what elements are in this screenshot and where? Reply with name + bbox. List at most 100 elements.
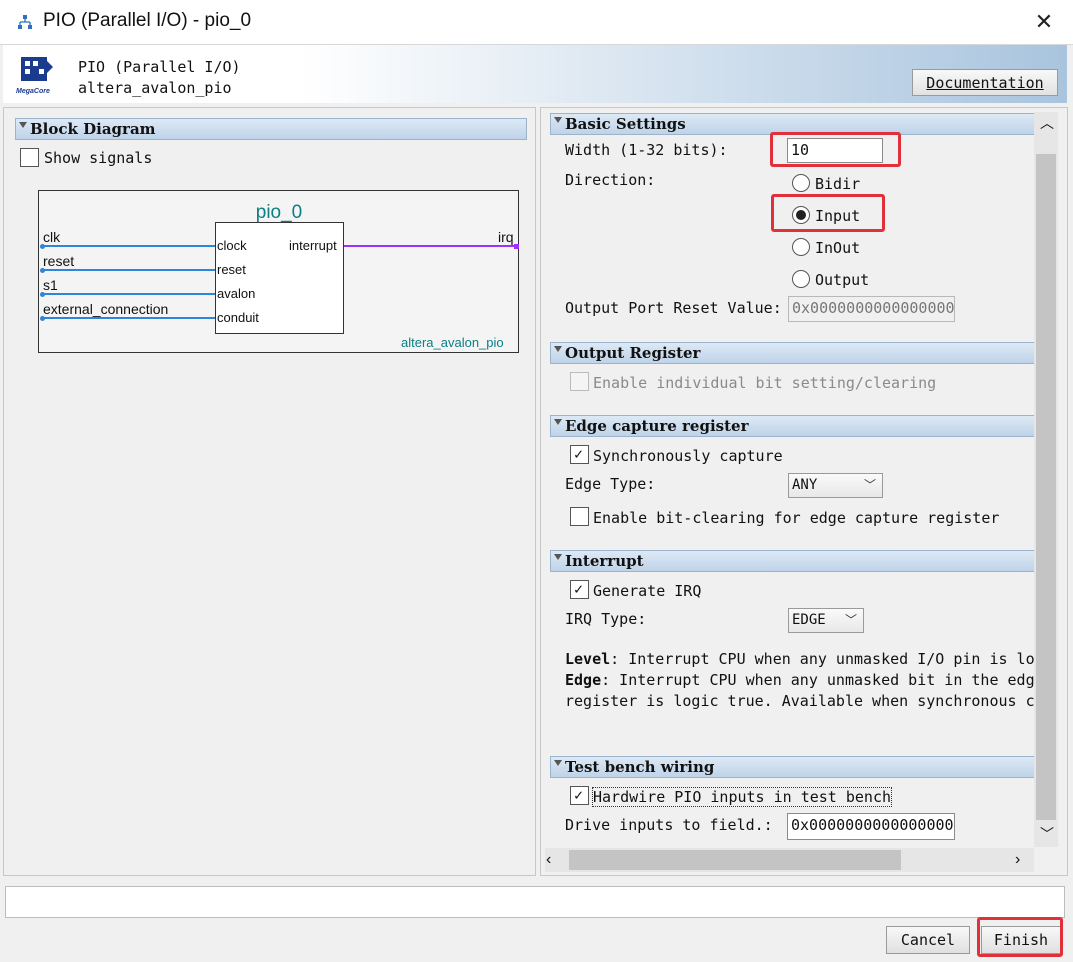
generate-irq-label: Generate IRQ: [593, 582, 702, 600]
block-diagram: pio_0 clk reset s1 external_connection c…: [38, 190, 519, 353]
edge-type-value: ANY: [792, 477, 818, 493]
bit-setting-checkbox[interactable]: [570, 372, 589, 391]
testbench-header[interactable]: Test bench wiring: [550, 756, 1040, 778]
highlight-box: [771, 194, 885, 232]
irq-dot: [514, 244, 519, 249]
section-title: Test bench wiring: [565, 758, 715, 776]
radio-inout-label: InOut: [815, 239, 861, 257]
window-title: PIO (Parallel I/O) - pio_0: [43, 10, 252, 31]
checkmark-icon: ✓: [574, 786, 584, 804]
signal-line: [42, 269, 215, 271]
scroll-right-icon[interactable]: ›: [1015, 850, 1020, 870]
hardwire-checkbox[interactable]: ✓: [570, 786, 589, 805]
signal-line: [42, 317, 215, 319]
port-label: reset: [217, 262, 246, 277]
scroll-up-icon[interactable]: ︿: [1038, 113, 1056, 133]
cancel-button[interactable]: Cancel: [886, 926, 970, 954]
parameters-panel: Basic Settings Width (1-32 bits): 10 Dir…: [540, 107, 1068, 876]
title-bar: PIO (Parallel I/O) - pio_0 ✕: [0, 0, 1073, 45]
collapse-triangle-icon: [554, 419, 562, 425]
scroll-down-icon[interactable]: ﹀: [1038, 824, 1056, 844]
show-signals-checkbox[interactable]: [20, 148, 39, 167]
collapse-triangle-icon: [554, 117, 562, 123]
bit-clearing-label: Enable bit-clearing for edge capture reg…: [593, 509, 1000, 527]
collapse-triangle-icon: [19, 122, 27, 128]
level-term: Level: [565, 650, 611, 668]
radio-bidir[interactable]: [792, 174, 810, 192]
close-icon[interactable]: ✕: [1030, 8, 1058, 36]
bit-setting-label: Enable individual bit setting/clearing: [593, 374, 937, 392]
irq-type-select[interactable]: EDGE ﹀: [788, 608, 864, 633]
signal-line: [42, 245, 215, 247]
signal-dot: [40, 292, 45, 297]
chevron-down-icon: ﹀: [863, 478, 876, 492]
collapse-triangle-icon: [554, 760, 562, 766]
signal-label: reset: [43, 253, 75, 269]
instance-name: pio_0: [255, 202, 303, 223]
radio-inout[interactable]: [792, 238, 810, 256]
block-diagram-header[interactable]: Block Diagram: [15, 118, 527, 140]
edge-description: Edge: Interrupt CPU when any unmasked bi…: [565, 671, 1035, 689]
documentation-button-label: Documentation: [926, 74, 1044, 92]
section-title: Basic Settings: [565, 115, 686, 133]
port-label: interrupt: [289, 238, 337, 253]
section-title: Edge capture register: [565, 417, 749, 435]
radio-output-label: Output: [815, 271, 870, 289]
chevron-down-icon: ﹀: [844, 613, 857, 627]
horizontal-scroll-thumb[interactable]: [569, 850, 901, 870]
output-register-header[interactable]: Output Register: [550, 342, 1040, 364]
hardwire-label: Hardwire PIO inputs in test bench: [591, 787, 893, 807]
reset-value-input[interactable]: 0x0000000000000000: [788, 296, 955, 322]
bit-clearing-checkbox[interactable]: [570, 507, 589, 526]
checkmark-icon: ✓: [574, 580, 584, 598]
reset-value-label: Output Port Reset Value:: [565, 299, 782, 317]
generate-irq-checkbox[interactable]: ✓: [570, 580, 589, 599]
radio-bidir-label: Bidir: [815, 175, 861, 193]
signal-label: external_connection: [43, 301, 169, 317]
message-area: [5, 886, 1065, 918]
collapse-triangle-icon: [554, 346, 562, 352]
edge-capture-header[interactable]: Edge capture register: [550, 415, 1040, 437]
svg-text:MegaCore: MegaCore: [16, 88, 50, 95]
edge-type-select[interactable]: ANY ﹀: [788, 473, 883, 498]
block-diagram-panel: Block Diagram Show signals pio_0 clk res…: [3, 107, 536, 876]
radio-output[interactable]: [792, 270, 810, 288]
interrupt-header[interactable]: Interrupt: [550, 550, 1040, 572]
signal-dot: [40, 316, 45, 321]
irq-type-value: EDGE: [792, 612, 826, 628]
drive-inputs-field[interactable]: 0x0000000000000000: [787, 813, 955, 840]
edge-text: : Interrupt CPU when any unmasked bit in…: [601, 671, 1035, 689]
width-label: Width (1-32 bits):: [565, 141, 728, 159]
level-description: Level: Interrupt CPU when any unmasked I…: [565, 650, 1035, 668]
collapse-triangle-icon: [554, 554, 562, 560]
vertical-scroll-thumb[interactable]: [1036, 154, 1056, 820]
port-label: clock: [217, 238, 247, 253]
port-label: avalon: [217, 286, 256, 301]
header-banner: MegaCore PIO (Parallel I/O) altera_avalo…: [3, 45, 1067, 103]
sync-capture-label: Synchronously capture: [593, 447, 783, 465]
edge-type-label: Edge Type:: [565, 475, 656, 493]
irq-type-label: IRQ Type:: [565, 610, 647, 628]
signal-dot: [40, 244, 45, 249]
section-title: Output Register: [565, 344, 701, 362]
sync-capture-checkbox[interactable]: ✓: [570, 445, 589, 464]
drive-inputs-label: Drive inputs to field.:: [565, 816, 773, 834]
signal-dot: [40, 268, 45, 273]
signal-line: [42, 293, 215, 295]
section-title: Interrupt: [565, 552, 644, 570]
component-type-label: altera_avalon_pio: [401, 335, 504, 350]
signal-label: irq: [498, 229, 514, 245]
highlight-box: [770, 132, 901, 167]
direction-label: Direction:: [565, 171, 656, 189]
highlight-box: [977, 917, 1063, 957]
show-signals-label: Show signals: [44, 149, 153, 167]
megacore-logo: MegaCore: [16, 57, 53, 95]
signal-label: s1: [43, 277, 58, 293]
edge-term: Edge: [565, 671, 602, 689]
irq-line: [344, 245, 517, 247]
port-label: conduit: [217, 310, 259, 325]
section-title: Block Diagram: [30, 120, 156, 138]
app-network-icon: [18, 15, 32, 29]
scroll-left-icon[interactable]: ‹: [546, 850, 551, 870]
documentation-button[interactable]: Documentation: [912, 69, 1058, 96]
